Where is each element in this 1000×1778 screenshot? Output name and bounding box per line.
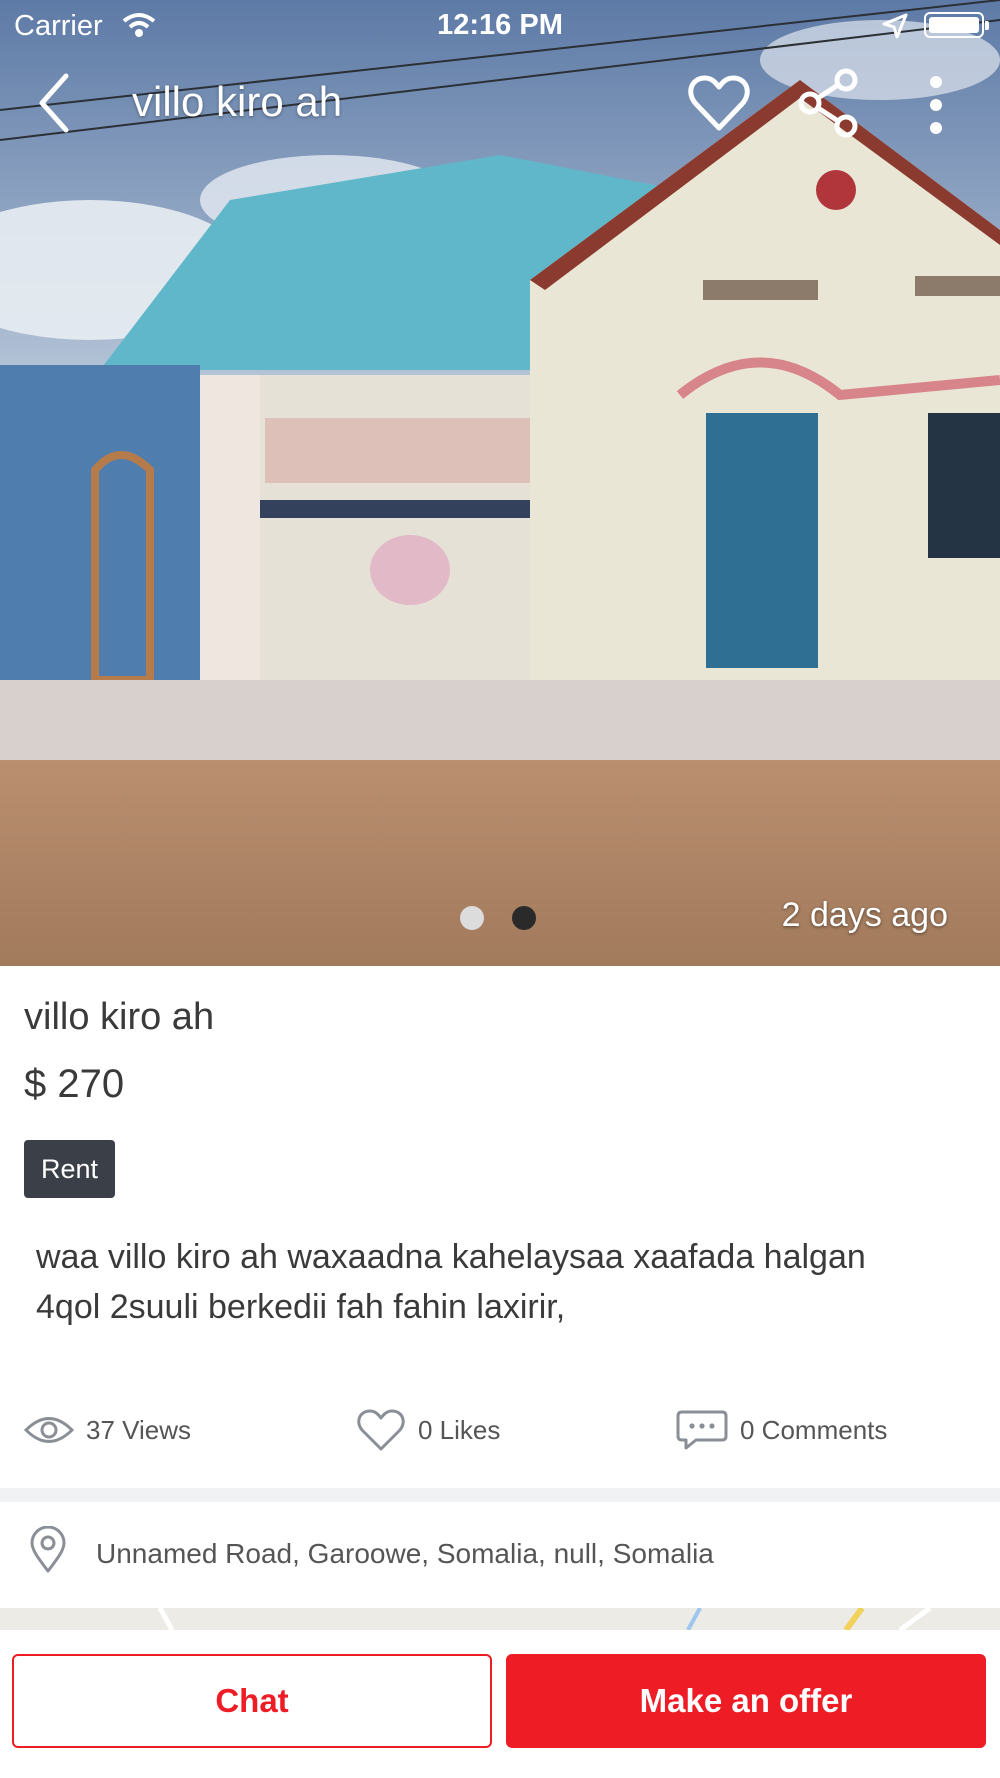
status-time: 12:16 PM [437,9,563,41]
views-stat: 37 Views [24,1400,191,1460]
section-divider [0,1488,1000,1502]
listing-price: $ 270 [24,1062,125,1106]
share-icon[interactable] [796,68,862,138]
listing-description: waa villo kiro ah waxaadna kahelaysaa xa… [36,1238,866,1326]
nav-title: villo kiro ah [132,78,343,125]
map-preview[interactable] [0,1608,1000,1630]
location-arrow-icon [882,13,908,39]
heart-outline-icon [357,1409,405,1451]
navigation-bar: villo kiro ah [0,58,1000,148]
views-count: 37 Views [86,1414,192,1445]
likes-count: 0 Likes [418,1414,501,1445]
back-chevron-icon[interactable] [30,68,90,138]
map-roads [157,1608,932,1630]
eye-icon [24,1417,74,1443]
listing-title: villo kiro ah [24,996,215,1038]
comment-bubble-icon [676,1410,728,1450]
battery-icon [924,12,989,38]
listing-photo[interactable]: Carrier 12:16 PM villo kiro ah 2 days ag… [0,0,1000,966]
location-row[interactable]: Unnamed Road, Garoowe, Somalia, null, So… [0,1502,1000,1606]
map-pin-icon [30,1526,66,1573]
heart-icon[interactable] [686,70,752,136]
likes-stat[interactable]: 0 Likes [356,1400,500,1460]
page-dot-active[interactable] [512,906,536,930]
listing-type-badge: Rent [24,1140,116,1198]
comments-stat[interactable]: 0 Comments [676,1400,887,1460]
posted-time: 2 days ago [781,896,948,934]
comments-count: 0 Comments [740,1414,888,1445]
location-address: Unnamed Road, Garoowe, Somalia, null, So… [96,1538,714,1569]
more-options-icon[interactable] [916,70,956,140]
action-bar: Chat Make an offer [0,1630,1000,1778]
status-bar: Carrier 12:16 PM [0,0,1000,54]
make-offer-button[interactable]: Make an offer [506,1654,986,1748]
chat-button[interactable]: Chat [12,1654,492,1748]
page-dot[interactable] [460,906,484,930]
listing-stats: 37 Views 0 Likes 0 Comments [0,1400,1000,1460]
